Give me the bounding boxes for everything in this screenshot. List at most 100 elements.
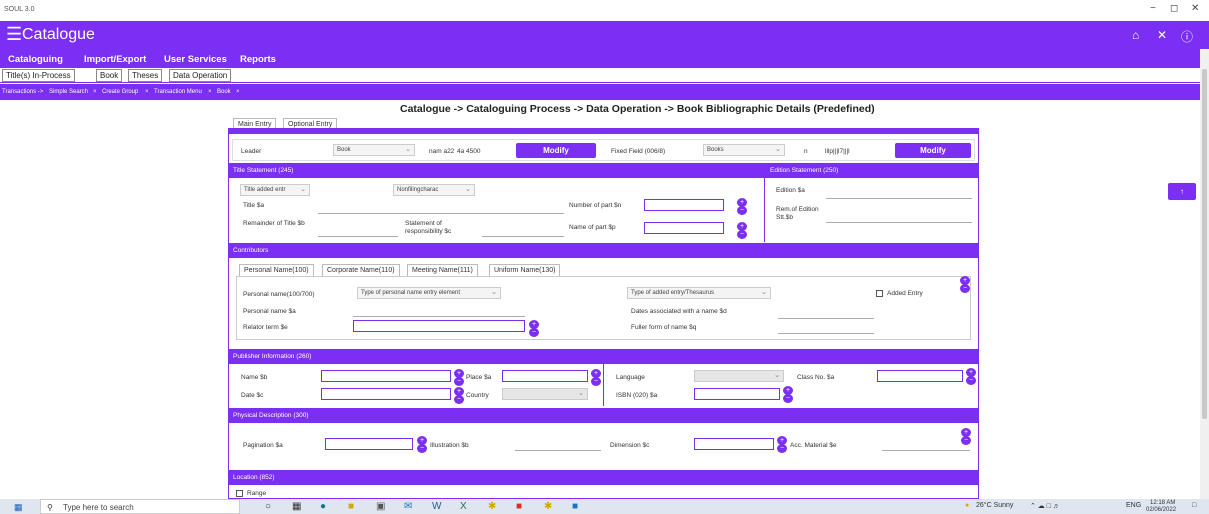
add-remove-icon[interactable]: + −: [783, 386, 793, 403]
crumb-transactions[interactable]: Transactions ->: [2, 89, 43, 95]
class-no-input[interactable]: [877, 370, 963, 382]
app-icon[interactable]: ■: [516, 501, 522, 512]
name-b-input[interactable]: [321, 370, 451, 382]
fixed-field-select[interactable]: Books: [703, 144, 785, 156]
crumb-close-icon[interactable]: ×: [236, 89, 240, 95]
add-remove-icon[interactable]: + −: [737, 198, 747, 215]
add-remove-icon[interactable]: + −: [966, 368, 976, 385]
fixed-modify-button[interactable]: Modify: [895, 143, 971, 158]
scrollbar-thumb[interactable]: [1202, 69, 1207, 419]
word-icon[interactable]: W: [432, 501, 441, 512]
tray-icons[interactable]: ⌃ ☁ □ ♬: [1030, 502, 1060, 510]
title-a-label: Title $a: [243, 202, 265, 209]
type-entry-select[interactable]: Type of personal name entry element: [357, 287, 501, 299]
remainder-title-input[interactable]: [318, 236, 398, 237]
divider: [603, 364, 604, 406]
add-remove-icon[interactable]: + −: [960, 276, 970, 293]
menu-reports[interactable]: Reports: [240, 54, 276, 65]
language-indicator[interactable]: ENG: [1126, 502, 1141, 509]
title-a-input[interactable]: [318, 213, 564, 214]
page-title: Catalogue -> Cataloguing Process -> Data…: [400, 103, 875, 115]
submenu-theses[interactable]: Theses: [128, 69, 163, 82]
windows-start-icon[interactable]: ▦: [14, 502, 24, 512]
clock-time[interactable]: 12:18 AM: [1150, 500, 1175, 506]
excel-icon[interactable]: X: [460, 501, 467, 512]
place-a-input[interactable]: [502, 370, 588, 382]
dimension-label: Dimension $c: [610, 442, 650, 449]
scroll-to-top-button[interactable]: ↑: [1168, 183, 1196, 200]
range-checkbox[interactable]: [236, 490, 243, 497]
mail-icon[interactable]: ✉: [404, 501, 412, 512]
pagination-input[interactable]: [325, 438, 413, 450]
add-remove-icon[interactable]: + −: [737, 222, 747, 239]
isbn-input[interactable]: [694, 388, 780, 400]
crumb-close-icon[interactable]: ×: [208, 89, 212, 95]
hamburger-icon[interactable]: ☰: [6, 24, 22, 45]
dimension-input[interactable]: [694, 438, 774, 450]
submenu-titles-in-process[interactable]: Title(s) In-Process: [2, 69, 75, 82]
store-icon[interactable]: ▣: [376, 501, 385, 512]
add-remove-icon[interactable]: + −: [777, 436, 787, 453]
fuller-q-input[interactable]: [778, 333, 874, 334]
menu-cataloguing[interactable]: Cataloguing: [8, 54, 63, 65]
task-view-icon[interactable]: ○: [265, 501, 271, 512]
file-explorer-icon[interactable]: ■: [348, 501, 354, 512]
nonfiling-select[interactable]: Nonfilingcharac: [393, 184, 475, 196]
home-icon[interactable]: ⌂: [1132, 28, 1139, 42]
weather-text[interactable]: 26°C Sunny: [976, 502, 1013, 509]
close-icon[interactable]: ✕: [1157, 28, 1167, 42]
crumb-close-icon[interactable]: ×: [93, 89, 97, 95]
add-remove-icon[interactable]: + −: [454, 369, 464, 386]
add-remove-icon[interactable]: + −: [529, 320, 539, 337]
add-remove-icon[interactable]: + −: [961, 428, 971, 445]
crumb-create-group[interactable]: Create Group: [102, 89, 138, 95]
statement-responsibility-input[interactable]: [482, 236, 564, 237]
window-close-button[interactable]: ✕: [1191, 3, 1199, 14]
app-icon[interactable]: ✱: [544, 501, 552, 512]
country-select[interactable]: [502, 388, 588, 400]
help-icon[interactable]: ⓘ: [1181, 28, 1193, 45]
edge-icon[interactable]: ●: [320, 501, 326, 512]
leader-modify-button[interactable]: Modify: [516, 143, 596, 158]
name-of-part-input[interactable]: [644, 222, 724, 234]
add-remove-icon[interactable]: + −: [417, 436, 427, 453]
number-of-part-input[interactable]: [644, 199, 724, 211]
search-placeholder: Type here to search: [63, 503, 134, 512]
relator-e-input[interactable]: [353, 320, 525, 332]
personal-name-a-input[interactable]: [353, 316, 525, 317]
weather-icon[interactable]: ●: [965, 502, 969, 509]
rem-edition-input[interactable]: [826, 222, 972, 223]
crumb-close-icon[interactable]: ×: [145, 89, 149, 95]
leader-label: Leader: [241, 148, 262, 155]
leader-type-select[interactable]: Book: [333, 144, 415, 156]
type-added-entry-select[interactable]: Type of added entry/Thesaurus: [627, 287, 771, 299]
app-icon[interactable]: ✱: [488, 501, 496, 512]
app-icon[interactable]: ■: [572, 501, 578, 512]
acc-material-input[interactable]: [882, 450, 970, 451]
language-select[interactable]: [694, 370, 784, 382]
crumb-simple-search[interactable]: Simple Search: [49, 89, 88, 95]
notification-icon[interactable]: □: [1192, 502, 1196, 509]
restore-button[interactable]: ◻: [1170, 3, 1178, 14]
app-header: ☰ Catalogue ⌂ ✕ ⓘ: [0, 21, 1209, 49]
taskbar-search-box[interactable]: ⚲ Type here to search: [40, 499, 240, 514]
add-remove-icon[interactable]: + −: [591, 369, 601, 386]
crumb-transaction-menu[interactable]: Transaction Menu: [154, 89, 202, 95]
add-remove-icon[interactable]: + −: [454, 387, 464, 404]
clock-date[interactable]: 02/06/2022: [1146, 507, 1176, 513]
submenu-data-operation[interactable]: Data Operation: [169, 69, 232, 82]
illustration-input[interactable]: [515, 450, 601, 451]
crumb-book[interactable]: Book: [217, 89, 231, 95]
menu-user-services[interactable]: User Services: [164, 54, 227, 65]
minimize-button[interactable]: −: [1150, 3, 1156, 14]
edition-a-input[interactable]: [826, 198, 972, 199]
date-c-input[interactable]: [321, 388, 451, 400]
title-added-entry-select[interactable]: Title added entr: [240, 184, 310, 196]
widgets-icon[interactable]: ▦: [292, 501, 301, 512]
vertical-scrollbar[interactable]: [1200, 49, 1209, 499]
submenu-book[interactable]: Book: [96, 69, 123, 82]
menu-import-export[interactable]: Import/Export: [84, 54, 146, 65]
dates-d-input[interactable]: [778, 318, 874, 319]
contributors-panel: [236, 276, 971, 340]
added-entry-checkbox[interactable]: [876, 290, 883, 297]
